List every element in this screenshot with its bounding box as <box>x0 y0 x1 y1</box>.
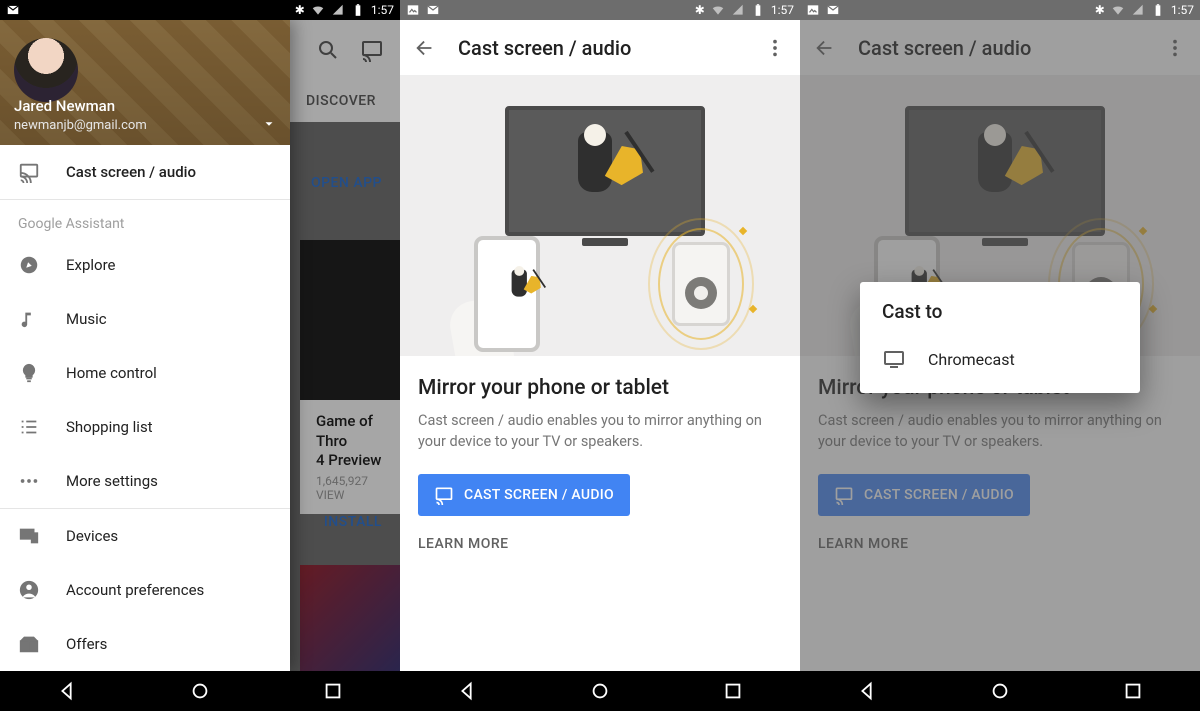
android-nav-bar <box>400 671 800 711</box>
signal-icon <box>1131 3 1145 17</box>
bluetooth-icon: ✱ <box>295 3 305 17</box>
drawer-item-more-settings[interactable]: More settings <box>0 454 290 508</box>
android-nav-bar <box>0 671 400 711</box>
bluetooth-icon: ✱ <box>1095 3 1105 17</box>
list-icon <box>18 416 40 438</box>
offers-icon <box>18 633 40 655</box>
cast-heading: Mirror your phone or tablet <box>418 376 782 400</box>
tv-icon <box>882 347 906 371</box>
cast-screen-button[interactable]: CAST SCREEN / AUDIO <box>418 474 630 516</box>
cast-button-label: CAST SCREEN / AUDIO <box>464 487 614 503</box>
overflow-icon[interactable] <box>764 37 786 59</box>
drawer-item-explore[interactable]: Explore <box>0 238 290 292</box>
drawer-item-offers[interactable]: Offers <box>0 617 290 671</box>
status-time: 1:57 <box>1171 3 1194 17</box>
wifi-icon <box>311 3 325 17</box>
back-button[interactable] <box>456 680 478 702</box>
signal-icon <box>731 3 745 17</box>
drawer-item-account[interactable]: Account preferences <box>0 563 290 617</box>
drawer-item-label: Music <box>66 310 107 328</box>
account-icon <box>18 579 40 601</box>
gmail-icon <box>6 3 20 17</box>
picture-icon <box>406 3 420 17</box>
avatar <box>14 38 78 102</box>
page-title: Cast screen / audio <box>458 36 631 60</box>
drawer-item-cast[interactable]: Cast screen / audio <box>0 145 290 199</box>
compass-icon <box>18 254 40 276</box>
battery-icon <box>1151 3 1165 17</box>
cast-description: Cast screen / audio enables you to mirro… <box>418 410 782 452</box>
devices-icon <box>18 525 40 547</box>
drawer-item-label: Home control <box>66 364 157 382</box>
battery-icon <box>351 3 365 17</box>
cast-to-dialog: Cast to Chromecast <box>860 282 1140 393</box>
drawer-item-label: Shopping list <box>66 418 153 436</box>
hero-illustration <box>400 76 800 356</box>
drawer-scrim[interactable] <box>290 20 400 671</box>
signal-icon <box>331 3 345 17</box>
picture-icon <box>806 3 820 17</box>
recents-button[interactable] <box>722 680 744 702</box>
home-button[interactable] <box>189 680 211 702</box>
drawer-item-home-control[interactable]: Home control <box>0 346 290 400</box>
back-button[interactable] <box>856 680 878 702</box>
wifi-icon <box>711 3 725 17</box>
status-bar: ✱ 1:57 <box>800 0 1200 20</box>
drawer-item-label: Offers <box>66 635 107 653</box>
drawer-item-label: More settings <box>66 472 158 490</box>
cast-icon <box>434 485 454 505</box>
battery-icon <box>751 3 765 17</box>
recents-button[interactable] <box>1122 680 1144 702</box>
music-icon <box>18 308 40 330</box>
bluetooth-icon: ✱ <box>695 3 705 17</box>
drawer-item-label: Devices <box>66 527 118 545</box>
android-nav-bar <box>800 671 1200 711</box>
drawer-item-label: Explore <box>66 256 116 274</box>
phone-screenshot-1: ✱ 1:57 DISCOVER OPEN APP Game of Thro4 P… <box>0 0 400 711</box>
drawer-header[interactable]: Jared Newman newmanjb@gmail.com <box>0 20 290 145</box>
home-button[interactable] <box>589 680 611 702</box>
drawer-item-shopping[interactable]: Shopping list <box>0 400 290 454</box>
user-email: newmanjb@gmail.com <box>14 118 147 133</box>
drawer-item-label: Account preferences <box>66 581 204 599</box>
home-button[interactable] <box>989 680 1011 702</box>
status-bar: ✱ 1:57 <box>0 0 400 20</box>
dialog-title: Cast to <box>882 300 1118 323</box>
gmail-icon <box>426 3 440 17</box>
phone-screenshot-3: ✱ 1:57 Cast screen / audio Mirror your p… <box>800 0 1200 711</box>
device-name: Chromecast <box>928 350 1015 369</box>
drawer-item-label: Cast screen / audio <box>66 163 196 181</box>
status-time: 1:57 <box>771 3 794 17</box>
chevron-down-icon[interactable] <box>262 117 276 131</box>
back-arrow-icon[interactable] <box>414 37 436 59</box>
app-bar: Cast screen / audio <box>400 20 800 76</box>
drawer-item-devices[interactable]: Devices <box>0 509 290 563</box>
drawer-section-assistant: Google Assistant <box>0 200 290 238</box>
status-time: 1:57 <box>371 3 394 17</box>
cast-icon <box>18 161 40 183</box>
recents-button[interactable] <box>322 680 344 702</box>
drawer-item-music[interactable]: Music <box>0 292 290 346</box>
more-icon <box>18 470 40 492</box>
user-name: Jared Newman <box>14 97 115 115</box>
learn-more-link[interactable]: LEARN MORE <box>418 536 782 552</box>
gmail-icon <box>826 3 840 17</box>
cast-device-row[interactable]: Chromecast <box>882 337 1118 381</box>
bulb-icon <box>18 362 40 384</box>
nav-drawer: Jared Newman newmanjb@gmail.com Cast scr… <box>0 20 290 671</box>
status-bar: ✱ 1:57 <box>400 0 800 20</box>
wifi-icon <box>1111 3 1125 17</box>
phone-screenshot-2: ✱ 1:57 Cast screen / audio Mirror your p… <box>400 0 800 711</box>
back-button[interactable] <box>56 680 78 702</box>
